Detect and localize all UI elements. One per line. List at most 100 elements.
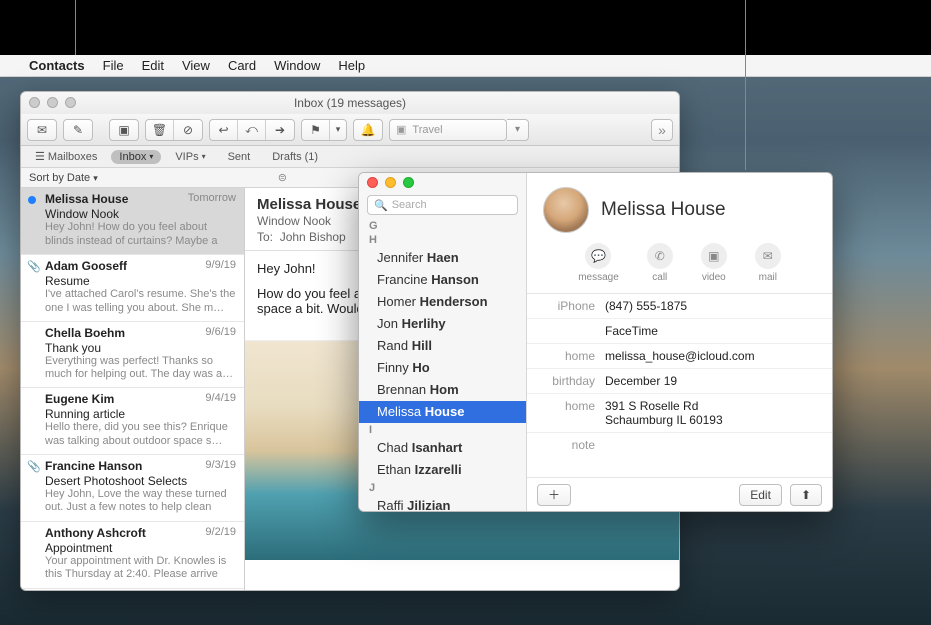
contact-list-item[interactable]: Raffi Jilizian: [359, 495, 526, 511]
mailbox-filter[interactable]: ▣ Travel: [389, 119, 507, 141]
minimize-icon[interactable]: [47, 97, 58, 108]
contact-list-item[interactable]: Francine Hanson: [359, 269, 526, 291]
contact-first: Rand: [377, 338, 408, 353]
junk-button[interactable]: ⊘: [174, 120, 202, 140]
toolbar-overflow-button[interactable]: »: [651, 119, 673, 141]
fav-drafts[interactable]: Drafts (1): [264, 150, 326, 164]
message-date: 9/9/19: [205, 259, 236, 273]
contacts-search-input[interactable]: 🔍 Search: [367, 195, 518, 215]
search-icon: 🔍: [374, 199, 388, 212]
contact-field-row: iPhone(847) 555-1875: [527, 294, 832, 319]
mail-button[interactable]: ✉︎ mail: [755, 243, 781, 283]
window-title: Inbox (19 messages): [294, 96, 406, 110]
alpha-section-header: J: [359, 481, 526, 495]
message-item[interactable]: 📎Eliza Block8/28/19: [21, 589, 244, 591]
zoom-icon[interactable]: [65, 97, 76, 108]
junk-icon: ⊘: [183, 123, 193, 137]
sort-button[interactable]: Sort by Date ▾: [29, 172, 98, 184]
contact-first: Homer: [377, 294, 416, 309]
menu-window[interactable]: Window: [265, 55, 329, 77]
contact-first: Ethan: [377, 462, 411, 477]
contact-list-item[interactable]: Brennan Hom: [359, 379, 526, 401]
unread-dot-icon: [28, 196, 36, 204]
reply-button[interactable]: ↩: [210, 120, 238, 140]
message-item[interactable]: Anthony Ashcroft9/2/19AppointmentYour ap…: [21, 522, 244, 589]
contact-field-row: FaceTime: [527, 319, 832, 344]
contact-list-item[interactable]: Ethan Izzarelli: [359, 459, 526, 481]
menu-card[interactable]: Card: [219, 55, 265, 77]
contact-field-row: note: [527, 433, 832, 457]
forward-button[interactable]: ➔: [266, 120, 294, 140]
flag-menu-button[interactable]: ▾: [330, 120, 346, 140]
close-icon[interactable]: [367, 177, 378, 188]
message-button[interactable]: 💬 message: [578, 243, 619, 283]
contact-first: Chad: [377, 440, 408, 455]
message-item[interactable]: Chella Boehm9/6/19Thank youEverything wa…: [21, 322, 244, 389]
contact-actions: 💬 message ✆ call ▣ video ✉︎ mail: [527, 239, 832, 294]
contact-first: Jennifer: [377, 250, 423, 265]
compose-button[interactable]: ✎: [63, 119, 93, 141]
mailbox-filter-dropdown[interactable]: ▾: [507, 119, 529, 141]
flag-button[interactable]: ⚑: [302, 120, 330, 140]
contact-list-item[interactable]: Jon Herlihy: [359, 313, 526, 335]
message-item[interactable]: Melissa HouseTomorrowWindow NookHey John…: [21, 188, 244, 255]
menu-contacts[interactable]: Contacts: [20, 55, 94, 77]
get-mail-button[interactable]: ✉︎: [27, 119, 57, 141]
contact-list-item[interactable]: Chad Isanhart: [359, 437, 526, 459]
field-value[interactable]: 391 S Roselle RdSchaumburg IL 60193: [605, 399, 816, 427]
envelope-icon: ✉︎: [37, 123, 47, 137]
avatar[interactable]: [543, 187, 589, 233]
zoom-icon[interactable]: [403, 177, 414, 188]
contact-list-item[interactable]: Melissa House: [359, 401, 526, 423]
contact-list-item[interactable]: Rand Hill: [359, 335, 526, 357]
fav-inbox[interactable]: Inbox ▾: [111, 150, 161, 164]
fav-sent[interactable]: Sent: [220, 150, 259, 164]
field-value[interactable]: FaceTime: [605, 324, 816, 338]
archive-button[interactable]: ▣: [109, 119, 139, 141]
menu-bar: Contacts File Edit View Card Window Help: [0, 55, 931, 77]
message-preview: Hello there, did you see this? Enrique w…: [45, 421, 236, 449]
message-item[interactable]: 📎Francine Hanson9/3/19Desert Photoshoot …: [21, 455, 244, 522]
add-contact-button[interactable]: ＋: [537, 484, 571, 506]
contacts-list-pane: 🔍 Search GHJennifer HaenFrancine HansonH…: [359, 173, 527, 511]
video-button[interactable]: ▣ video: [701, 243, 727, 283]
menu-help[interactable]: Help: [329, 55, 374, 77]
reply-all-button[interactable]: ⤺: [238, 120, 266, 140]
alpha-section-header: I: [359, 423, 526, 437]
mailbox-filter-label: Travel: [412, 124, 442, 136]
message-subject: Running article: [45, 407, 236, 421]
message-item[interactable]: 📎Adam Gooseff9/9/19ResumeI've attached C…: [21, 255, 244, 322]
minimize-icon[interactable]: [385, 177, 396, 188]
field-value[interactable]: (847) 555-1875: [605, 299, 816, 313]
mute-button[interactable]: 🔔: [353, 119, 383, 141]
field-value[interactable]: [605, 438, 816, 452]
share-button[interactable]: ⬆︎: [790, 484, 822, 506]
message-subject: Appointment: [45, 541, 236, 555]
message-item[interactable]: Eugene Kim9/4/19Running articleHello the…: [21, 388, 244, 455]
contact-last: Jilizian: [407, 498, 450, 511]
filter-button[interactable]: ⊜: [278, 171, 287, 184]
mailboxes-toggle[interactable]: ☰ Mailboxes: [27, 149, 105, 164]
message-list[interactable]: Melissa HouseTomorrowWindow NookHey John…: [21, 188, 245, 590]
delete-button[interactable]: 🗑: [146, 120, 174, 140]
contact-list-item[interactable]: Jennifer Haen: [359, 247, 526, 269]
contact-list-item[interactable]: Homer Henderson: [359, 291, 526, 313]
field-value[interactable]: melissa_house@icloud.com: [605, 349, 816, 363]
edit-button[interactable]: Edit: [739, 484, 782, 506]
field-value[interactable]: December 19: [605, 374, 816, 388]
fav-vips[interactable]: VIPs ▾: [167, 150, 213, 164]
contact-first: Brennan: [377, 382, 426, 397]
message-preview: Everything was perfect! Thanks so much f…: [45, 355, 236, 383]
menu-edit[interactable]: Edit: [133, 55, 173, 77]
contact-first: Melissa: [377, 404, 421, 419]
flag-icon: ⚑: [310, 123, 321, 137]
call-button[interactable]: ✆ call: [647, 243, 673, 283]
menu-file[interactable]: File: [94, 55, 133, 77]
reply-group: ↩ ⤺ ➔: [209, 119, 295, 141]
contact-list-item[interactable]: Finny Ho: [359, 357, 526, 379]
sidebar-icon: ☰: [35, 150, 45, 163]
menu-view[interactable]: View: [173, 55, 219, 77]
close-icon[interactable]: [29, 97, 40, 108]
chevron-down-icon: ▾: [202, 152, 206, 161]
contact-card-pane: Melissa House 💬 message ✆ call ▣ video ✉…: [527, 173, 832, 511]
